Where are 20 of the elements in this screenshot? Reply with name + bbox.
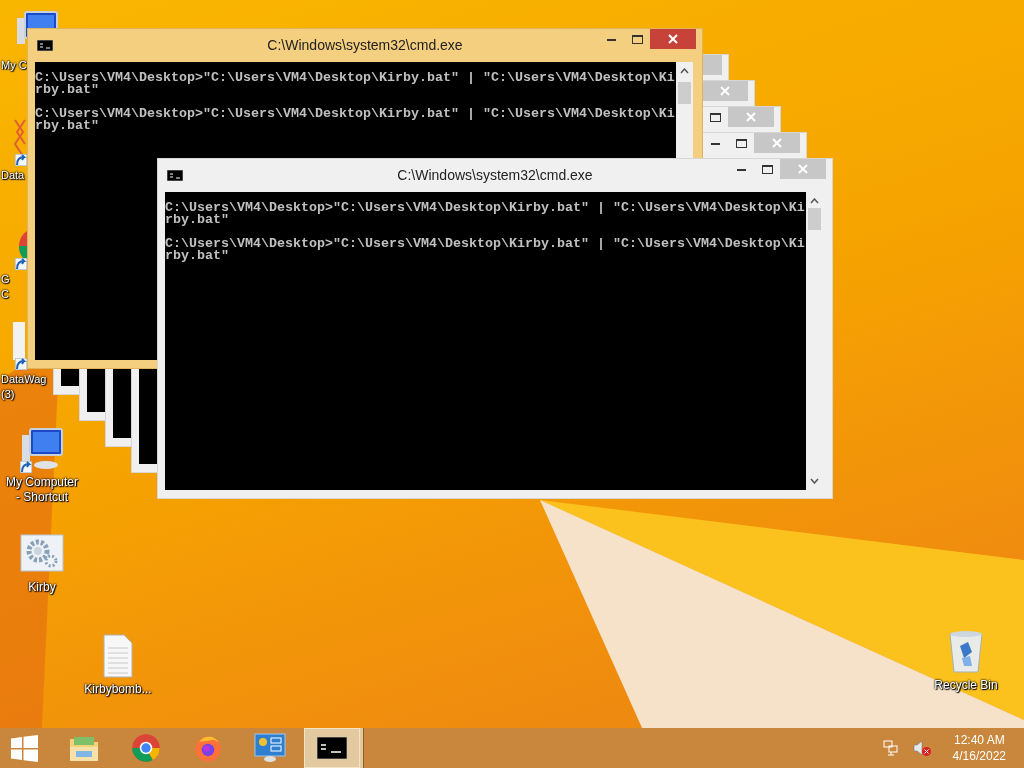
console-line: C:\Users\VM4\Desktop>"C:\Users\VM4\Desktop\Kirby.bat" | "C:\Users\VM4\Desktop\Ki bbox=[165, 238, 806, 250]
console-line: rby.bat" bbox=[35, 120, 99, 132]
window-title: C:\Windows\system32\cmd.exe bbox=[396, 166, 594, 185]
console-line: rby.bat" bbox=[165, 214, 229, 226]
desktop-icon-label[interactable]: My Computer - Shortcut bbox=[6, 475, 78, 505]
desktop-icon-label[interactable]: My C bbox=[1, 58, 27, 73]
window-title: C:\Windows\system32\cmd.exe bbox=[266, 36, 464, 55]
clock-date: 4/16/2022 bbox=[952, 748, 1006, 764]
desktop-icon-label[interactable]: G C bbox=[1, 272, 10, 302]
console-line: rby.bat" bbox=[165, 250, 229, 262]
console-line: rby.bat" bbox=[35, 84, 99, 96]
desktop-icon-label[interactable]: DataWag (3) bbox=[1, 372, 47, 402]
desktop-icon-label[interactable]: Kirby bbox=[28, 580, 56, 595]
clock-time: 12:40 AM bbox=[953, 732, 1005, 748]
desktop-icon-label[interactable]: Data bbox=[1, 168, 25, 183]
console-line: C:\Users\VM4\Desktop>"C:\Users\VM4\Desktop\Kirby.bat" | "C:\Users\VM4\Desktop\Ki bbox=[35, 72, 676, 84]
console-line: C:\Users\VM4\Desktop>"C:\Users\VM4\Desktop\Kirby.bat" | "C:\Users\VM4\Desktop\Ki bbox=[35, 108, 676, 120]
console-line: C:\Users\VM4\Desktop>"C:\Users\VM4\Desktop\Kirby.bat" | "C:\Users\VM4\Desktop\Ki bbox=[165, 202, 806, 214]
clock[interactable]: 12:40 AM 4/16/2022 bbox=[952, 732, 1006, 764]
desktop-icon-label[interactable]: Kirbybomb... bbox=[84, 682, 152, 697]
